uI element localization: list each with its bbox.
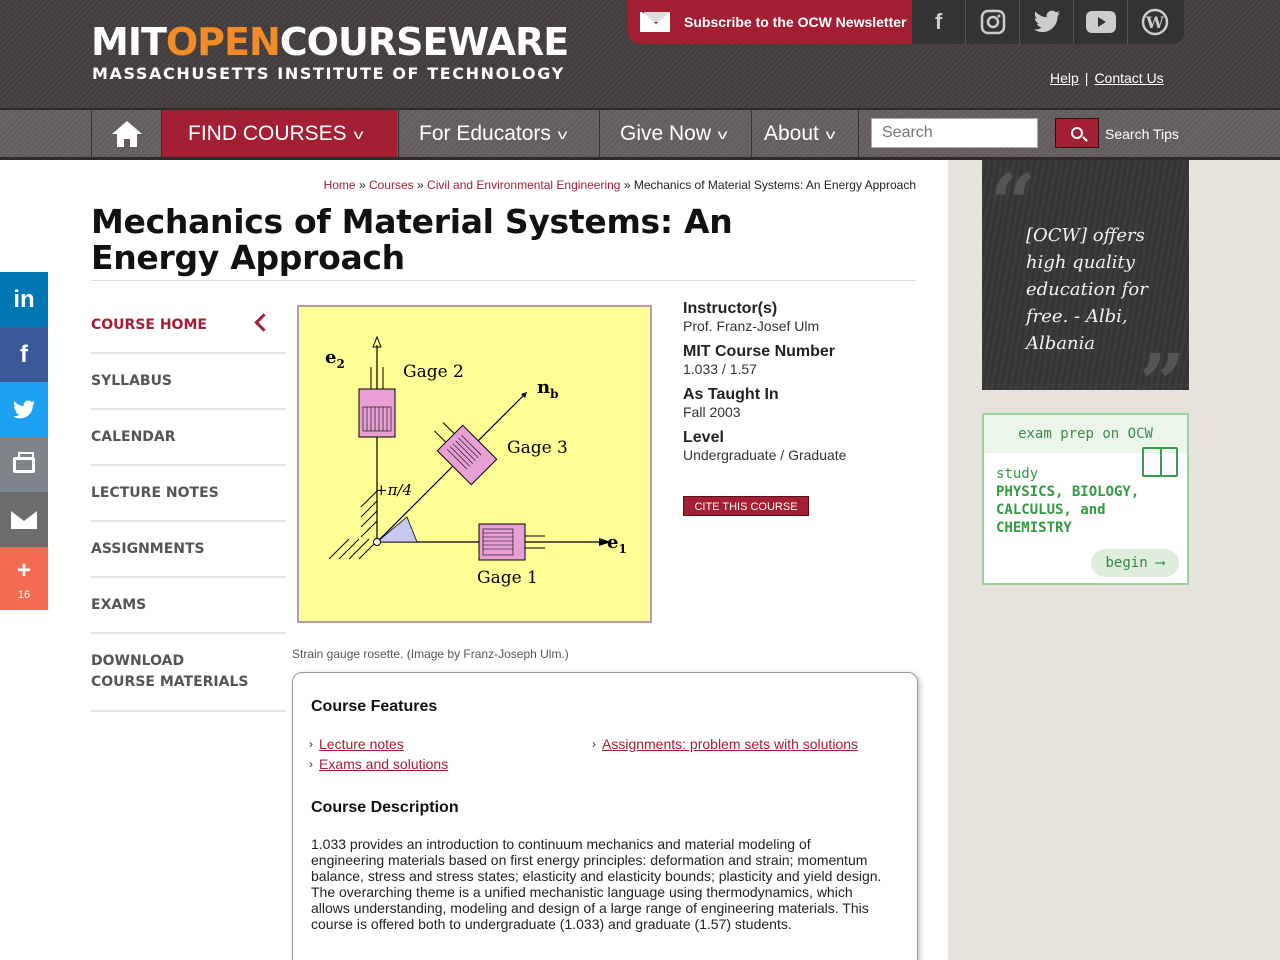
course-info: Instructor(s) Prof. Franz-Josef Ulm MIT … [683,300,913,472]
site-header: MITOPENCOURSEWARE MASSACHUSETTS INSTITUT… [0,0,1280,108]
nav-download-course-materials[interactable]: DOWNLOAD COURSE MATERIALS [91,634,286,712]
social-links: f W [912,0,1184,44]
chevron-down-icon: v [717,125,728,142]
print-button[interactable] [0,437,48,492]
label-gage-2: Gage 2 [403,362,464,382]
cite-this-course-button[interactable]: CITE THIS COURSE [683,496,809,516]
twitter-icon [13,400,35,418]
chevron-right-icon: › [309,737,313,751]
nav-assignments[interactable]: ASSIGNMENTS [91,522,286,578]
search-icon [1071,127,1083,139]
page-title: Mechanics of Material Systems: An Energy… [91,202,733,277]
linkedin-share-button[interactable]: in [0,272,48,327]
title-divider [91,280,916,281]
facebook-share-button[interactable]: f [0,327,48,382]
svg-text:W: W [1145,13,1165,32]
chevron-down-icon: v [557,125,568,142]
course-description-heading: Course Description [311,799,459,816]
breadcrumb-department[interactable]: Civil and Environmental Engineering [427,178,620,192]
level-value: Undergraduate / Graduate [683,447,847,463]
image-caption: Strain gauge rosette. (Image by Franz-Jo… [292,647,569,661]
breadcrumb-courses[interactable]: Courses [369,178,414,192]
axis-label-e1: e1 [607,532,627,556]
nav-exams[interactable]: EXAMS [91,578,286,634]
nav-course-home[interactable]: COURSE HOME [91,298,286,354]
linkedin-icon: in [13,285,35,313]
nav-lecture-notes[interactable]: LECTURE NOTES [91,466,286,522]
instructors-value: Prof. Franz-Josef Ulm [683,318,820,334]
subjects-list: PHYSICS, BIOLOGY, CALCULUS, and CHEMISTR… [996,484,1140,536]
course-number-value: 1.033 / 1.57 [683,361,757,377]
chevron-down-icon: v [825,125,836,142]
ocw-logo[interactable]: MITOPENCOURSEWARE [91,20,569,64]
twitter-share-button[interactable] [0,382,48,437]
as-taught-in-value: Fall 2003 [683,404,741,420]
course-number-label: MIT Course Number [683,343,836,360]
label-gage-3: Gage 3 [507,438,568,458]
chevron-right-icon: › [592,737,596,751]
search-input[interactable] [871,118,1038,148]
course-nav: COURSE HOME SYLLABUS CALENDAR LECTURE NO… [91,298,286,712]
more-share-button[interactable]: + 16 [0,547,48,610]
newsletter-label: Subscribe to the OCW Newsletter [684,14,907,30]
instructors-label: Instructor(s) [683,300,778,317]
breadcrumb: Home » Courses » Civil and Environmental… [323,178,916,192]
mail-icon [640,12,670,32]
course-features-heading: Course Features [311,698,438,715]
nav-give-now[interactable]: Give Now v [599,110,751,157]
nav-syllabus[interactable]: SYLLABUS [91,354,286,410]
wordpress-icon[interactable]: W [1128,0,1182,44]
exam-prep-body: study PHYSICS, BIOLOGY, CALCULUS, and CH… [996,465,1176,537]
course-image: e2 Gage 2 nb Gage 3 +π/4 e1 Gage 1 [297,305,652,623]
close-quote-icon: ” [1138,336,1185,390]
home-button[interactable] [91,110,161,157]
study-label: study [996,466,1039,482]
facebook-icon: f [20,340,28,368]
axis-label-e2: e2 [325,347,345,371]
as-taught-in-label: As Taught In [683,386,779,403]
exam-prep-promo[interactable]: exam prep on OCW study PHYSICS, BIOLOGY,… [982,413,1189,585]
level-label: Level [683,429,724,446]
twitter-icon[interactable] [1020,0,1074,44]
search-button[interactable] [1055,118,1099,148]
testimonial-quote[interactable]: “ [OCW] offers high quality education fo… [982,160,1189,390]
breadcrumb-home[interactable]: Home [324,178,356,192]
youtube-icon[interactable] [1074,0,1128,44]
strain-gauge-diagram: e2 Gage 2 nb Gage 3 +π/4 e1 Gage 1 [325,335,627,588]
feature-link-assignments[interactable]: Assignments: problem sets with solutions [602,736,858,752]
nav-for-educators[interactable]: For Educators v [398,110,599,157]
plus-icon: + [16,556,31,584]
begin-button[interactable]: begin ⟶ [1091,549,1179,577]
instagram-icon[interactable] [966,0,1020,44]
nav-about[interactable]: About v [751,110,859,157]
share-count: 16 [17,588,31,601]
email-share-button[interactable] [0,492,48,547]
nav-find-courses[interactable]: FIND COURSES v [161,110,397,157]
home-icon [111,120,142,147]
feature-link-lecture-notes[interactable]: Lecture notes [319,736,404,752]
label-angle: +π/4 [375,481,412,499]
course-description-text: 1.033 provides an introduction to contin… [311,836,882,932]
contact-us-link[interactable]: Contact Us [1094,70,1163,86]
top-links: Help | Contact Us [1050,70,1164,86]
feature-link-exams[interactable]: Exams and solutions [319,756,448,772]
chevron-down-icon: v [353,125,364,142]
nav-calendar[interactable]: CALENDAR [91,410,286,466]
label-gage-1: Gage 1 [477,568,538,588]
newsletter-subscribe-button[interactable]: Subscribe to the OCW Newsletter [628,0,912,44]
breadcrumb-current: Mechanics of Material Systems: An Energy… [633,178,916,192]
axis-label-nb: nb [537,377,558,401]
course-features-panel: Course Features › Lecture notes › Assign… [292,672,918,960]
printer-icon [13,451,35,473]
help-link[interactable]: Help [1050,70,1079,86]
chevron-left-icon[interactable] [254,313,273,332]
main-nav: FIND COURSES v For Educators v Give Now v A… [0,108,1280,160]
email-icon [11,510,37,529]
facebook-icon[interactable]: f [912,0,966,44]
chevron-right-icon: › [309,757,313,771]
search-tips-link[interactable]: Search Tips [1105,126,1179,142]
logo-subtitle: MASSACHUSETTS INSTITUTE OF TECHNOLOGY [92,64,565,83]
